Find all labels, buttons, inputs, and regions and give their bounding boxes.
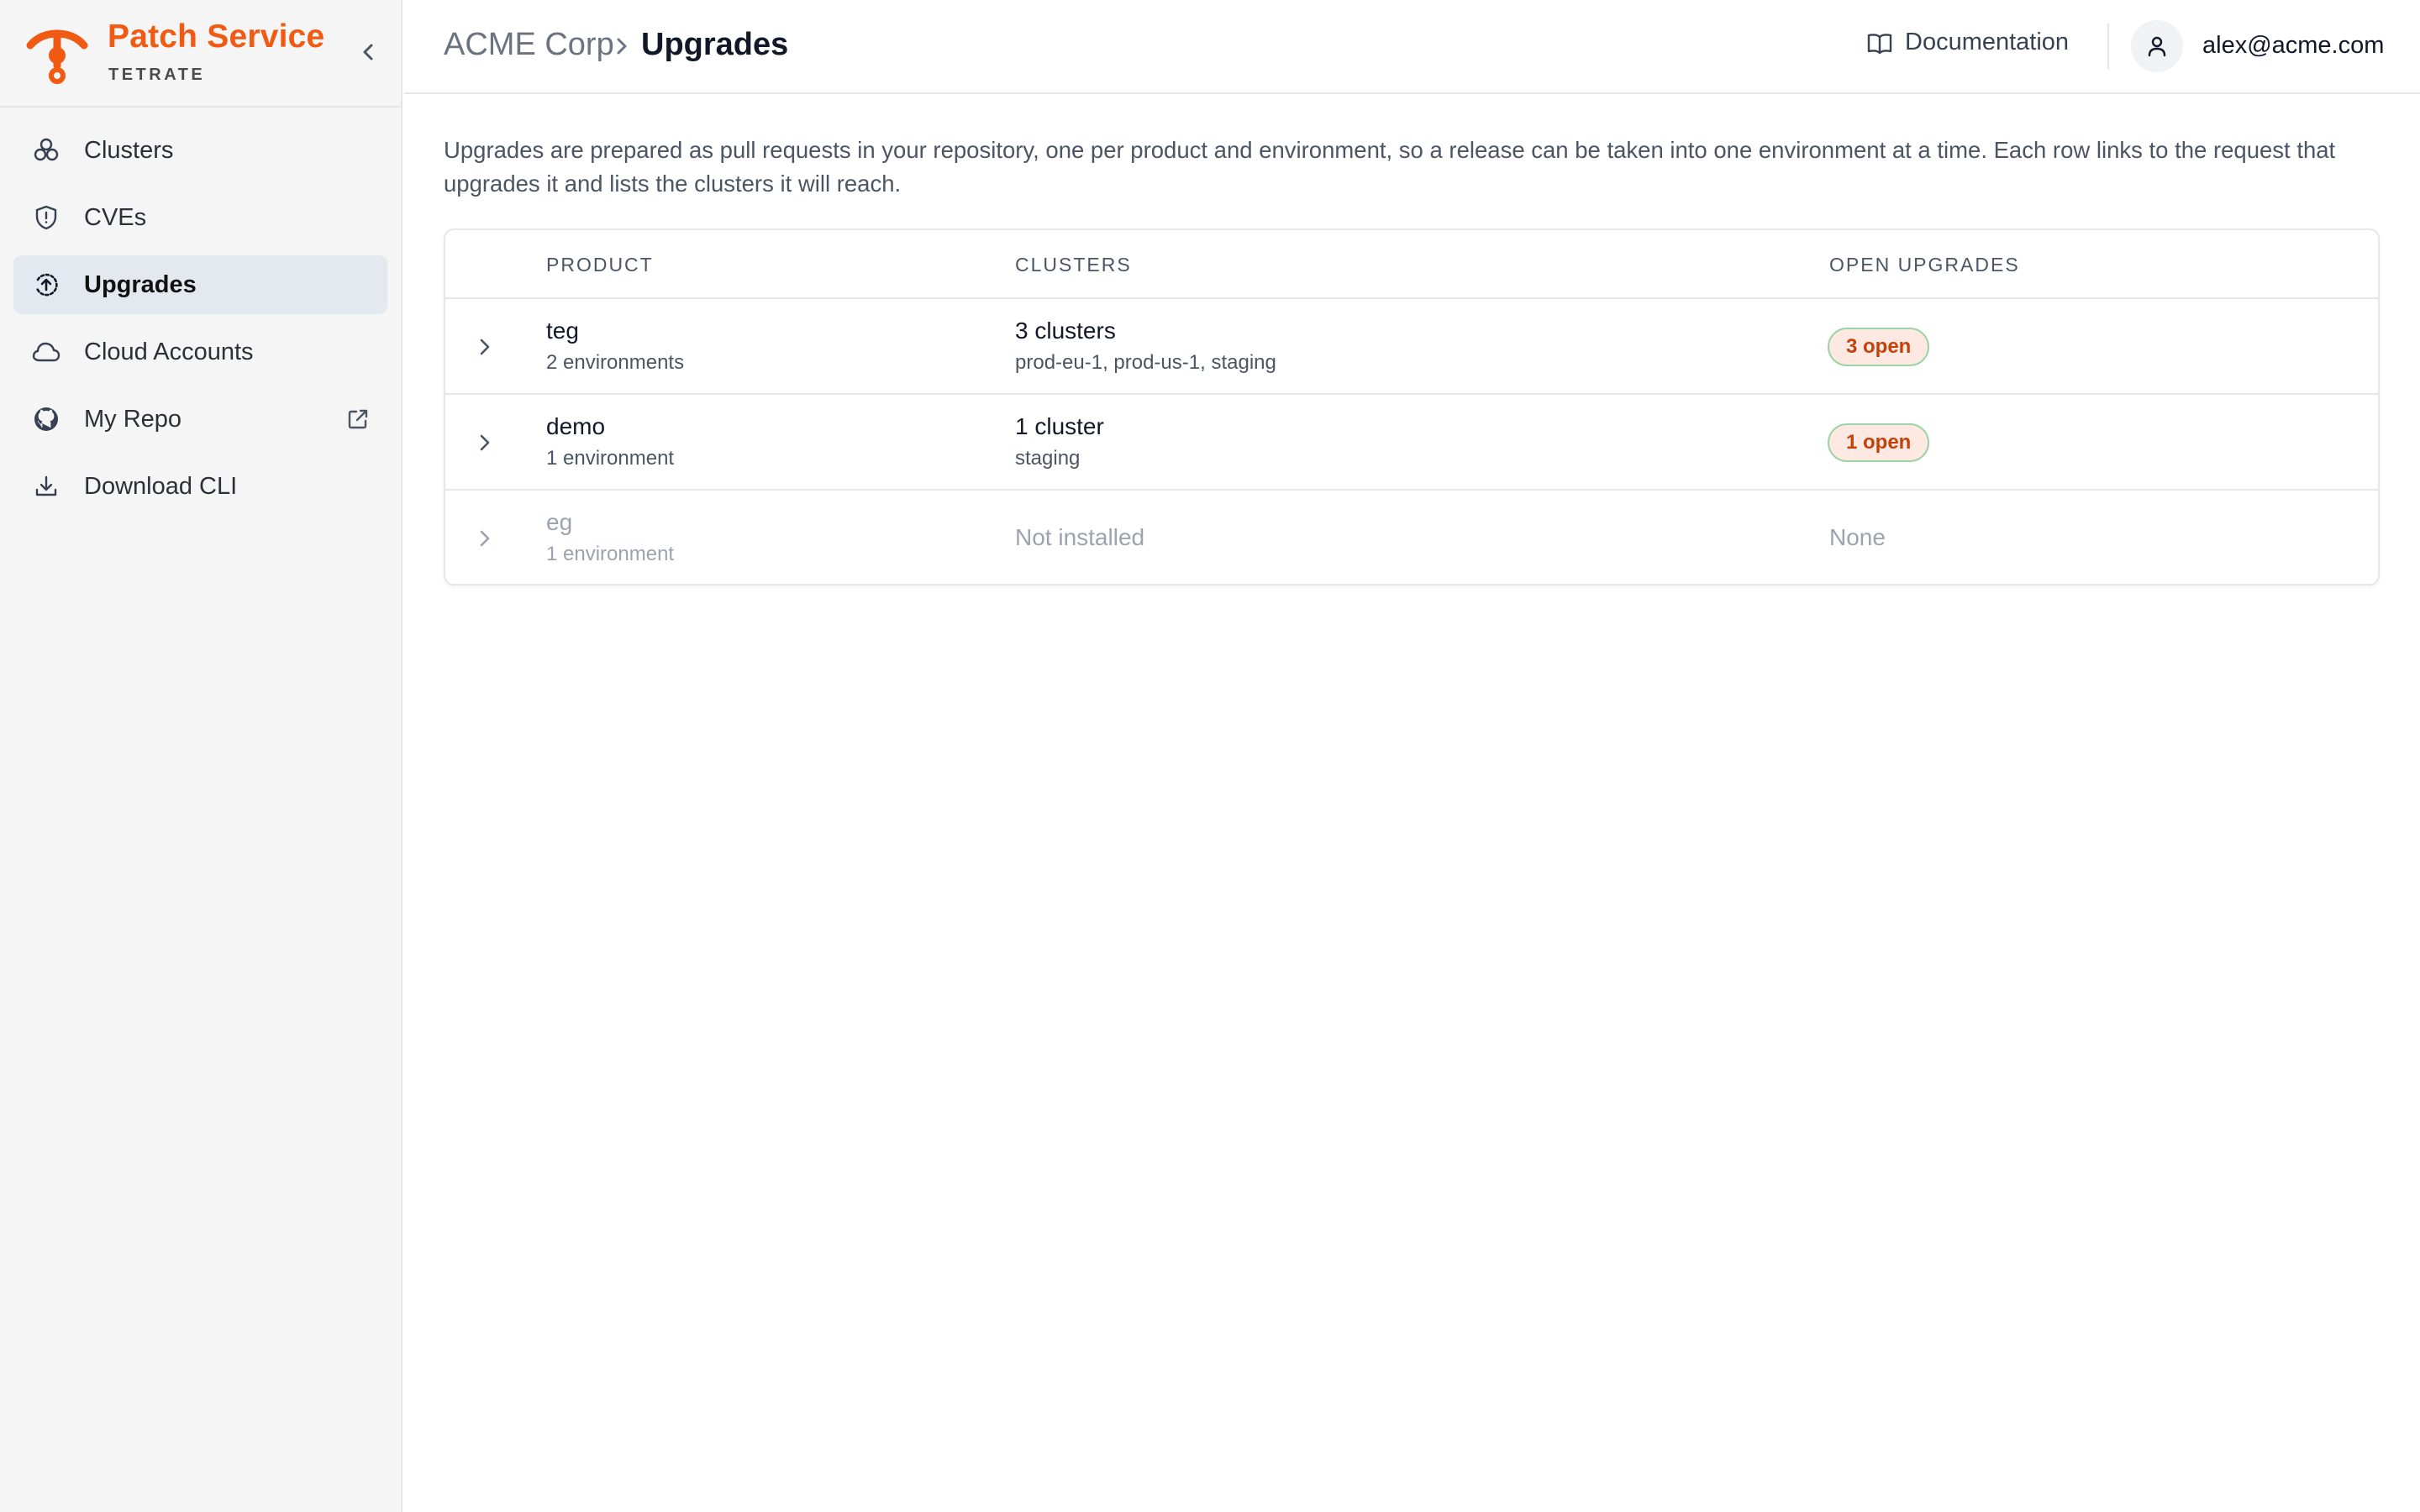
user-email[interactable]: alex@acme.com [2202,32,2384,60]
external-link-icon [348,409,368,429]
sidebar-item-label: Clusters [84,136,174,164]
chevron-left-icon [363,44,373,60]
book-icon [1867,33,1892,54]
product-name: teg [546,318,579,344]
github-icon [32,405,60,433]
cloud-icon [32,338,60,366]
sidebar-item-download-cli[interactable]: Download CLI [13,457,387,516]
product-environments: 1 environment [546,447,675,470]
shield-icon [32,203,60,232]
collapse-sidebar-button[interactable] [353,37,383,67]
product-name: demo [546,413,606,439]
column-header-clusters: CLUSTERS [1015,254,1132,276]
cluster-status: Not installed [1015,524,1145,550]
sidebar-item-label: Upgrades [84,270,197,298]
expand-row-button[interactable] [471,524,499,553]
column-header-product: PRODUCT [546,254,654,276]
table-row[interactable]: demo 1 environment 1 cluster staging 1 o… [445,395,2378,491]
open-upgrades-none: None [1829,524,1886,550]
upgrades-table: PRODUCT CLUSTERS OPEN UPGRADES teg 2 env… [444,228,2380,585]
documentation-link[interactable]: Documentation [1866,29,2069,56]
clusters-icon [32,136,60,165]
sidebar-item-label: Cloud Accounts [84,338,254,365]
sidebar-item-cloud-accounts[interactable]: Cloud Accounts [13,323,387,381]
chevron-right-icon [617,38,627,55]
table-header: PRODUCT CLUSTERS OPEN UPGRADES [445,230,2378,299]
sidebar: Patch Service TETRATE Clusters CVEs Upgr… [0,0,402,1512]
cluster-count: 1 cluster [1015,413,1104,439]
cluster-count: 3 clusters [1015,318,1116,344]
page-title: Upgrades [641,27,789,62]
sidebar-item-label: My Repo [84,405,182,433]
download-icon [32,472,60,501]
open-upgrades-badge[interactable]: 3 open [1828,328,1930,366]
brand-subtitle: TETRATE [108,66,206,84]
avatar[interactable] [2131,20,2183,72]
sidebar-nav: Clusters CVEs Upgrades Cloud Accounts My… [0,108,401,516]
cluster-names: prod-eu-1, prod-us-1, staging [1015,351,1276,374]
table-row[interactable]: teg 2 environments 3 clusters prod-eu-1,… [445,299,2378,395]
brand-header: Patch Service TETRATE [0,0,401,108]
sidebar-item-label: CVEs [84,203,147,231]
sidebar-item-clusters[interactable]: Clusters [13,121,387,180]
product-environments: 1 environment [546,543,675,565]
upgrade-icon [32,270,60,299]
documentation-label: Documentation [1905,29,2070,55]
sidebar-item-cves[interactable]: CVEs [13,188,387,247]
sidebar-item-label: Download CLI [84,472,238,500]
chevron-right-icon [480,339,490,355]
expand-row-button[interactable] [471,333,499,361]
open-upgrades-badge[interactable]: 1 open [1828,423,1930,462]
column-header-open-upgrades: OPEN UPGRADES [1829,254,2020,276]
table-row[interactable]: eg 1 environment Not installed None [445,491,2378,584]
header-divider [2107,24,2109,69]
sidebar-item-upgrades[interactable]: Upgrades [13,255,387,314]
expand-row-button[interactable] [471,428,499,457]
brand-title: Patch Service [108,18,325,55]
top-bar: ACME Corp Upgrades Documentation alex@ac… [404,0,2420,94]
breadcrumb-root[interactable]: ACME Corp [444,27,614,63]
cluster-names: staging [1015,447,1081,470]
product-environments: 2 environments [546,351,685,374]
patch-service-logo [26,29,88,84]
sidebar-item-my-repo[interactable]: My Repo [13,390,387,449]
chevron-right-icon [480,434,490,451]
chevron-right-icon [480,530,490,547]
product-name: eg [546,509,573,535]
intro-text: Upgrades are prepared as pull requests i… [444,137,2336,197]
user-icon [2148,36,2166,57]
